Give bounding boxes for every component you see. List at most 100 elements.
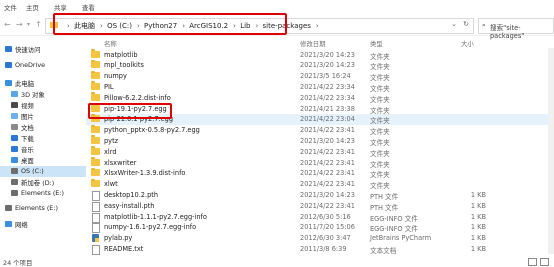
file-row[interactable]: XlsxWriter-1.3.9.dist-info 2021/4/22 23:4…: [86, 167, 554, 179]
folder-icon: [91, 81, 100, 90]
file-size: 1 KB: [470, 201, 486, 210]
folder-icon: [91, 178, 100, 188]
file-row[interactable]: xlrd 2021/4/22 23:41 文件夹: [86, 146, 554, 158]
sidebar-item[interactable]: OS (C:): [0, 166, 86, 177]
column-size[interactable]: 大小: [461, 39, 474, 48]
sidebar-item[interactable]: 快速访问: [0, 44, 86, 55]
file-date: 2021/3/5 16:24: [300, 72, 351, 81]
file-name: numpy: [104, 72, 127, 81]
file-row[interactable]: numpy-1.6.1-py2.7.egg-info 2011/7/20 15:0…: [86, 222, 554, 234]
drive-icon: [5, 205, 12, 211]
python-file-icon: [92, 234, 99, 243]
sidebar-item-label: 此电脑: [15, 80, 35, 88]
folder-icon: [91, 92, 100, 101]
recent-locations-icon[interactable]: ▾: [27, 21, 30, 28]
column-type[interactable]: 类型: [370, 39, 383, 48]
file-type: 文本文档: [370, 246, 397, 255]
file-row[interactable]: xlwt 2021/4/22 23:41 文件夹: [86, 178, 554, 190]
file-name: Pillow-6.2.2.dist-info: [104, 93, 171, 102]
file-size: 1 KB: [470, 212, 486, 221]
file-row[interactable]: matplotlib 2021/3/20 14:23 文件夹: [86, 49, 554, 61]
sidebar-item-label: Elements (E:): [15, 204, 58, 212]
cloud-icon: [5, 62, 12, 68]
sidebar-item[interactable]: 新加卷 (D:): [0, 177, 86, 188]
tab-view[interactable]: 查看: [82, 3, 95, 12]
file-name: mpl_toolkits: [104, 61, 144, 70]
column-name[interactable]: 名称: [104, 39, 117, 48]
download-icon: [11, 135, 18, 141]
ribbon-tabs: 文件 主页 共享 查看: [0, 0, 554, 14]
search-icon: ⌕: [482, 21, 486, 29]
sidebar-item[interactable]: 桌面: [0, 155, 86, 166]
tab-file[interactable]: 文件: [4, 3, 17, 12]
refresh-icon[interactable]: ↻: [463, 20, 469, 28]
sidebar-item-label: 音乐: [21, 146, 34, 154]
file-name: xlwt: [104, 180, 118, 189]
sidebar-item[interactable]: 文档: [0, 122, 86, 133]
file-name: XlsxWriter-1.3.9.dist-info: [104, 169, 186, 178]
sidebar-item-label: Elements (E:): [21, 189, 64, 197]
file-date: 2021/4/22 23:41: [300, 169, 355, 178]
file-row[interactable]: README.txt 2011/3/8 6:39 文本文档 1 KB: [86, 243, 554, 255]
file-date: 2021/4/22 23:41: [300, 180, 355, 189]
file-row[interactable]: pylab.py 2012/6/30 3:47 JetBrains PyCharm 1…: [86, 233, 554, 244]
back-icon[interactable]: ←: [4, 20, 11, 29]
tab-home[interactable]: 主页: [26, 3, 39, 12]
file-row[interactable]: mpl_toolkits 2021/3/20 14:23 文件夹: [86, 59, 554, 71]
drive-icon: [11, 190, 18, 196]
sidebar-item[interactable]: 此电脑: [0, 78, 86, 89]
file-name: numpy-1.6.1-py2.7.egg-info: [104, 223, 197, 232]
file-date: 2021/4/22 23:41: [300, 201, 355, 210]
folder-icon: [91, 49, 100, 58]
sidebar-item-label: 桌面: [21, 157, 34, 165]
file-row[interactable]: numpy 2021/3/5 16:24 文件夹: [86, 70, 554, 82]
sidebar-item[interactable]: 下载: [0, 133, 86, 144]
drive-icon: [11, 168, 18, 174]
forward-icon[interactable]: →: [16, 20, 23, 29]
sidebar-item[interactable]: 视频: [0, 100, 86, 111]
column-headers: 名称 修改日期 类型 大小: [86, 36, 554, 48]
column-date[interactable]: 修改日期: [300, 39, 326, 48]
file-date: 2021/4/22 23:04: [300, 115, 355, 124]
folder-icon: [91, 70, 100, 80]
file-row[interactable]: PIL 2021/4/22 23:34 文件夹: [86, 81, 554, 93]
file-row[interactable]: easy-install.pth 2021/4/22 23:41 PTH 文件 1 K…: [86, 200, 554, 212]
file-name: README.txt: [104, 244, 144, 253]
vertical-scrollbar[interactable]: [548, 48, 554, 254]
sidebar-item[interactable]: 网络: [0, 219, 86, 230]
sidebar-item[interactable]: 图片: [0, 111, 86, 122]
sidebar-item[interactable]: 3D 对象: [0, 89, 86, 100]
sidebar-item-label: 3D 对象: [21, 91, 45, 99]
dropdown-icon[interactable]: ⌄: [451, 20, 457, 28]
tab-share[interactable]: 共享: [54, 3, 67, 12]
details-view-icon[interactable]: [528, 258, 537, 266]
file-type: JetBrains PyCharm: [370, 234, 432, 243]
video-icon: [11, 102, 18, 108]
search-input[interactable]: ⌕ 搜索"site-packages": [478, 18, 554, 40]
folder-icon: [91, 146, 100, 155]
file-row[interactable]: Pillow-6.2.2.dist-info 2021/4/22 23:34 文件夹: [86, 92, 554, 104]
up-icon[interactable]: ↑: [35, 20, 42, 29]
document-icon: [11, 124, 18, 130]
file-row[interactable]: matplotlib-1.1.1-py2.7.egg-info 2012/6/30…: [86, 211, 554, 223]
tiles-view-icon[interactable]: [540, 258, 549, 266]
file-date: 2021/4/22 23:34: [300, 93, 355, 102]
file-size: 1 KB: [470, 234, 486, 243]
sidebar-item[interactable]: 音乐: [0, 144, 86, 155]
sidebar-item-label: 新加卷 (D:): [21, 179, 55, 187]
file-row[interactable]: desktop10.2.pth 2021/3/20 14:23 PTH 文件 1 KB: [86, 189, 554, 201]
file-date: 2021/4/22 23:41: [300, 126, 355, 135]
file-date: 2011/3/8 6:39: [300, 244, 347, 253]
sidebar-item[interactable]: Elements (E:): [0, 203, 86, 214]
file-date: 2021/4/22 23:41: [300, 147, 355, 156]
file-name: python_pptx-0.5.8-py2.7.egg: [104, 126, 200, 135]
file-row[interactable]: xlsxwriter 2021/4/22 23:41 文件夹: [86, 157, 554, 169]
file-date: 2012/6/30 3:47: [300, 234, 351, 243]
file-date: 2021/3/20 14:23: [300, 190, 355, 199]
sidebar-item[interactable]: OneDrive: [0, 60, 86, 71]
file-row[interactable]: python_pptx-0.5.8-py2.7.egg 2021/4/22 23:…: [86, 124, 554, 136]
computer-icon: [5, 80, 12, 86]
cube-icon: [11, 91, 18, 97]
sidebar-item[interactable]: Elements (E:): [0, 188, 86, 199]
file-row[interactable]: pytz 2021/3/20 14:23 文件夹: [86, 135, 554, 147]
